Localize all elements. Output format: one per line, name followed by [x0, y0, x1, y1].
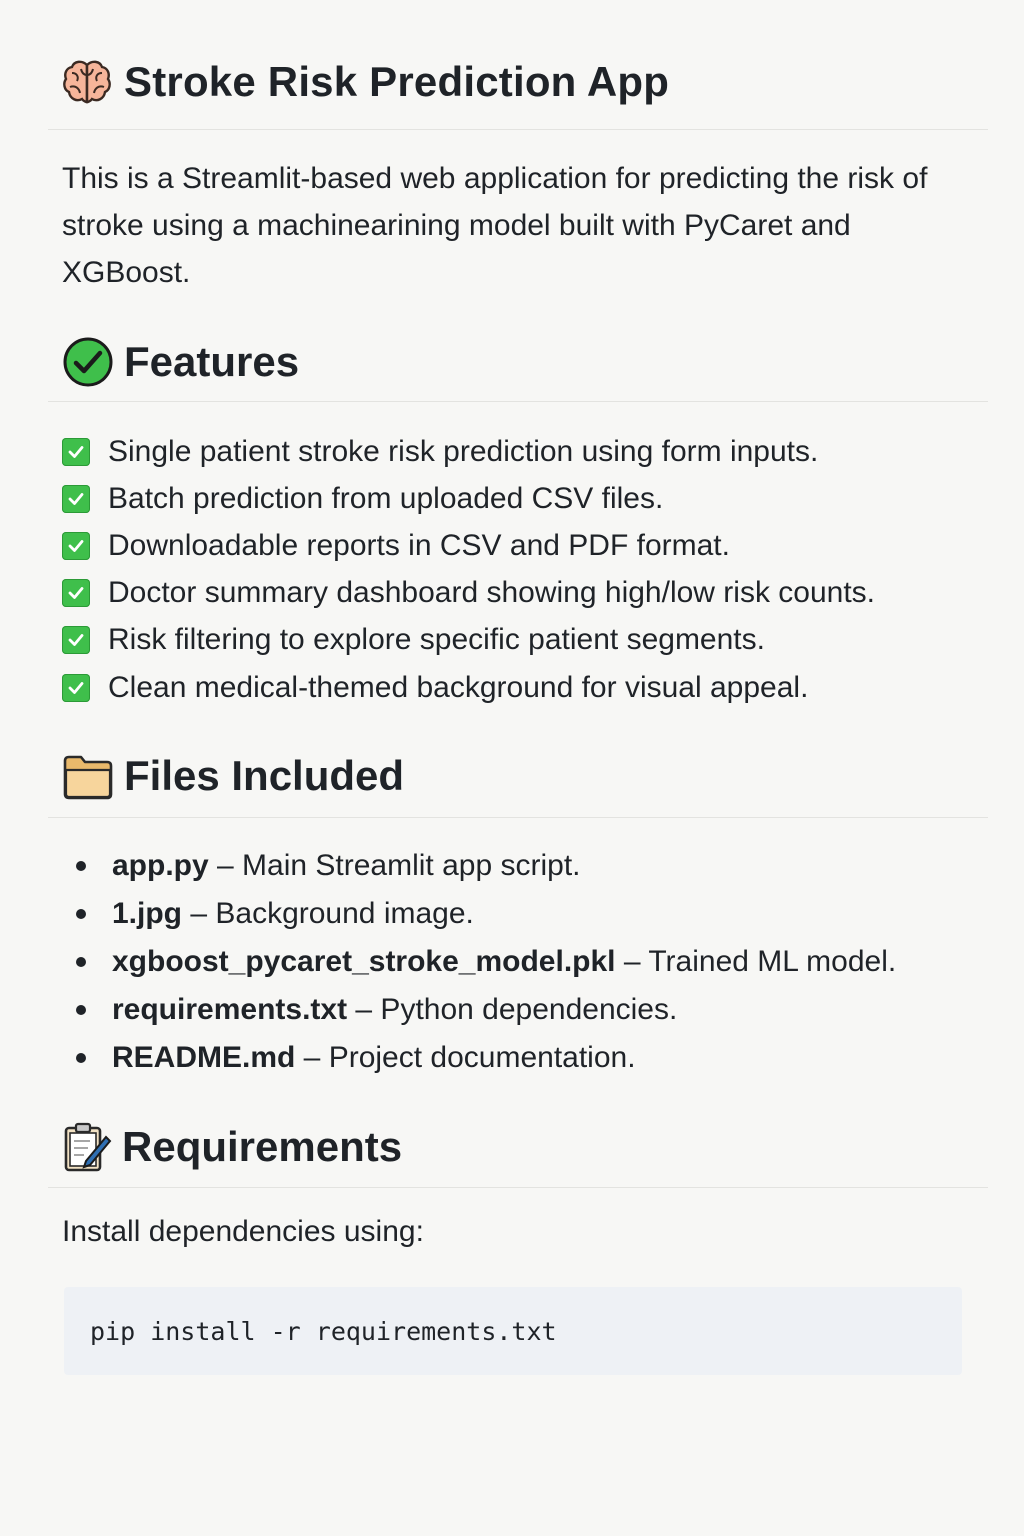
bullet-icon: [76, 861, 86, 871]
file-name: requirements.txt: [112, 993, 348, 1026]
requirements-heading: Requirements: [62, 1121, 402, 1173]
files-heading: Files Included: [62, 751, 404, 801]
file-description: – Python dependencies.: [347, 993, 678, 1026]
list-item: xgboost_pycaret_stroke_model.pkl – Train…: [72, 938, 896, 986]
checkmark-icon: [62, 579, 90, 608]
list-item: 1.jpg – Background image.: [72, 890, 896, 938]
feature-text: Downloadable reports in CSV and PDF form…: [108, 528, 730, 562]
list-item: Risk filtering to explore specific patie…: [62, 617, 875, 664]
title-divider: [48, 129, 988, 130]
bullet-icon: [76, 1005, 86, 1015]
feature-text: Doctor summary dashboard showing high/lo…: [108, 576, 876, 610]
file-description: – Project documentation.: [295, 1041, 636, 1074]
list-item: Downloadable reports in CSV and PDF form…: [62, 522, 875, 569]
brain-icon: [62, 59, 112, 105]
file-description: – Background image.: [182, 897, 474, 930]
requirements-text: Install dependencies using:: [62, 1215, 424, 1248]
file-name: app.py: [112, 849, 209, 882]
checkmark-icon: [62, 484, 90, 513]
list-item: Doctor summary dashboard showing high/lo…: [62, 570, 875, 617]
bullet-icon: [76, 909, 86, 919]
folder-icon: [62, 751, 114, 801]
files-divider: [48, 817, 988, 818]
check-circle-icon: [62, 336, 114, 388]
code-block[interactable]: pip install -r requirements.txt: [64, 1287, 962, 1375]
requirements-divider: [48, 1187, 988, 1188]
checkmark-icon: [62, 437, 90, 466]
page-title-text: Stroke Risk Prediction App: [124, 58, 670, 105]
intro-paragraph: This is a Streamlit-based web applicatio…: [62, 162, 928, 289]
checkmark-icon: [62, 626, 90, 655]
bullet-icon: [76, 957, 86, 967]
file-name: 1.jpg: [112, 897, 183, 930]
bullet-icon: [76, 1053, 86, 1063]
list-item: Batch prediction from uploaded CSV files…: [62, 475, 875, 522]
files-heading-text: Files Included: [124, 752, 405, 799]
list-item: requirements.txt – Python dependencies.: [72, 986, 896, 1034]
list-item: README.md – Project documentation.: [72, 1034, 896, 1082]
feature-text: Single patient stroke risk prediction us…: [108, 434, 819, 468]
list-item: Clean medical-themed background for visu…: [62, 664, 875, 711]
feature-text: Risk filtering to explore specific patie…: [108, 623, 765, 657]
feature-text: Clean medical-themed background for visu…: [108, 670, 809, 704]
requirements-heading-text: Requirements: [122, 1123, 403, 1170]
file-name: README.md: [112, 1041, 296, 1074]
install-command[interactable]: pip install -r requirements.txt: [90, 1317, 557, 1346]
features-divider: [48, 401, 988, 402]
files-list: app.py – Main Streamlit app script. 1.jp…: [72, 842, 896, 1082]
features-heading-text: Features: [124, 338, 300, 385]
checkmark-icon: [62, 531, 90, 560]
page-title: Stroke Risk Prediction App: [62, 58, 669, 106]
readme-page: Stroke Risk Prediction App This is a Str…: [0, 0, 1024, 1536]
clipboard-icon: [62, 1121, 112, 1173]
features-heading: Features: [62, 336, 299, 388]
list-item: app.py – Main Streamlit app script.: [72, 842, 896, 890]
list-item: Single patient stroke risk prediction us…: [62, 428, 875, 475]
feature-text: Batch prediction from uploaded CSV files…: [108, 481, 664, 515]
checkmark-icon: [62, 673, 90, 702]
file-description: – Main Streamlit app script.: [208, 849, 581, 882]
file-description: – Trained ML model.: [615, 945, 897, 978]
file-name: xgboost_pycaret_stroke_model.pkl: [112, 945, 616, 978]
features-list: Single patient stroke risk prediction us…: [62, 428, 875, 711]
